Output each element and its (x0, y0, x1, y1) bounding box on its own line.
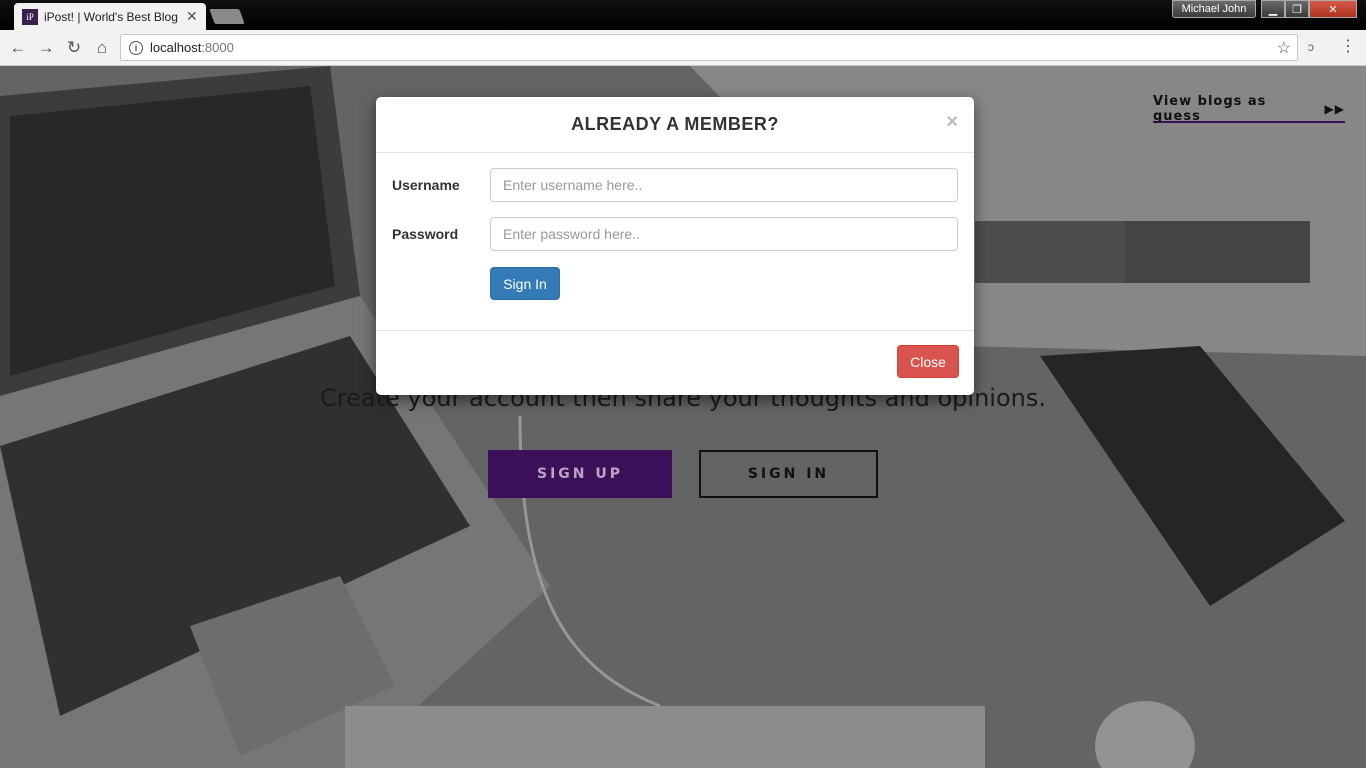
extension-icon[interactable]: ↄ (1308, 40, 1314, 54)
tab-close-icon[interactable]: ✕ (186, 8, 198, 25)
url-host: localhost (150, 40, 202, 55)
url-text: localhost:8000 (150, 40, 234, 55)
minimize-icon[interactable]: ▁ (1261, 0, 1285, 18)
restore-icon[interactable]: ❐ (1285, 0, 1309, 18)
username-input[interactable] (490, 168, 958, 202)
profile-button[interactable]: Michael John (1172, 0, 1256, 18)
favicon: iP (22, 8, 38, 25)
modal-close-icon[interactable]: × (946, 111, 958, 134)
bookmark-star-icon[interactable]: ☆ (1277, 38, 1291, 58)
window-controls: ▁ ❐ ✕ (1261, 0, 1357, 18)
browser-titlebar: iP iPost! | World's Best Blog ✕ Michael … (0, 0, 1366, 30)
tab-title: iPost! | World's Best Blog (44, 9, 178, 24)
forward-arrow-icon[interactable]: → (34, 36, 58, 60)
kebab-menu-icon[interactable]: ⋮ (1340, 36, 1356, 56)
modal-close-button[interactable]: Close (897, 345, 959, 378)
new-tab-button[interactable] (209, 9, 245, 24)
username-label: Username (392, 177, 460, 193)
fast-forward-icon: ▶▶ (1324, 101, 1345, 116)
modal-sign-in-button[interactable]: Sign In (490, 267, 560, 300)
info-icon[interactable]: i (129, 40, 143, 55)
page-viewport: View blogs as guess ▶▶ Create your accou… (0, 66, 1366, 768)
url-port: :8000 (201, 40, 234, 55)
modal-header: ALREADY A MEMBER? × (376, 97, 974, 153)
browser-toolbar: ← → ↻ ⌂ i localhost:8000 ☆ ↄ ⋮ (0, 30, 1366, 66)
password-label: Password (392, 226, 459, 242)
modal-title: ALREADY A MEMBER? (571, 114, 779, 134)
password-input[interactable] (490, 217, 958, 251)
address-bar[interactable]: i localhost:8000 ☆ (120, 34, 1298, 61)
browser-tab[interactable]: iP iPost! | World's Best Blog ✕ (14, 3, 206, 30)
modal-body: Username Password Sign In (376, 153, 974, 331)
reload-icon[interactable]: ↻ (62, 36, 86, 60)
guest-link-label: View blogs as guess (1153, 93, 1267, 124)
home-icon[interactable]: ⌂ (90, 36, 114, 60)
window-close-icon[interactable]: ✕ (1309, 0, 1357, 18)
sign-in-button[interactable]: SIGN IN (699, 450, 878, 498)
back-arrow-icon[interactable]: ← (6, 36, 30, 60)
modal-footer: Close (376, 331, 974, 394)
login-modal: ALREADY A MEMBER? × Username Password Si… (376, 97, 974, 395)
view-as-guest-link[interactable]: View blogs as guess ▶▶ (1153, 93, 1345, 124)
sign-up-button[interactable]: SIGN UP (488, 450, 672, 498)
